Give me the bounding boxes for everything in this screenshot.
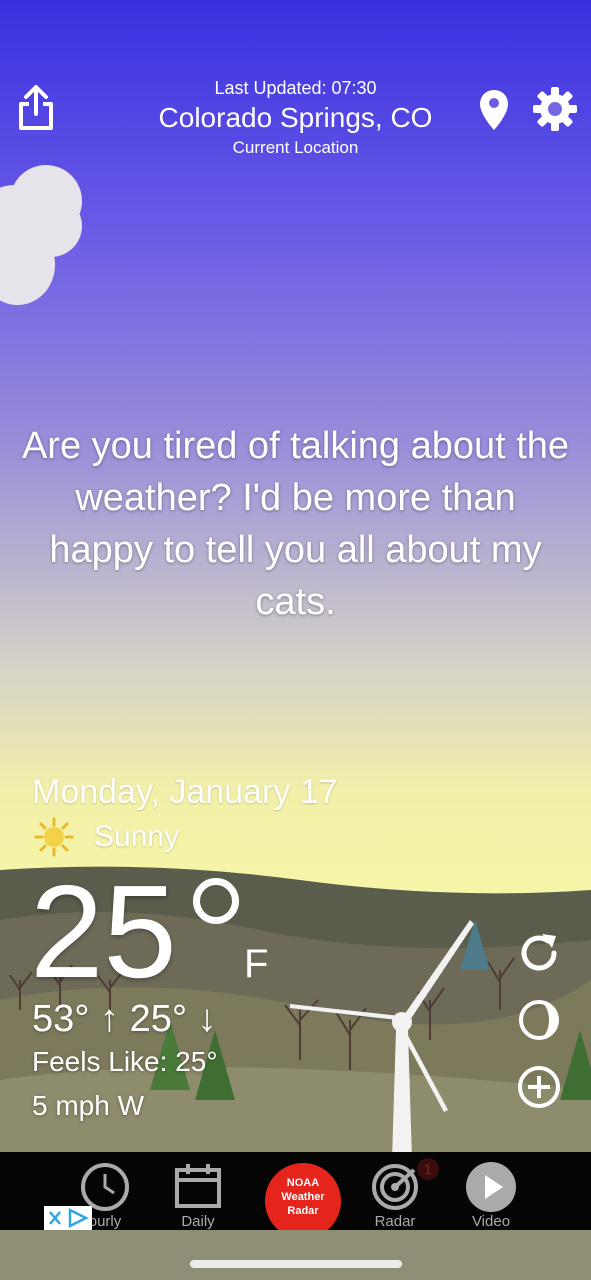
- radar-icon: [372, 1164, 418, 1210]
- high-low-text: 53° ↑ 25° ↓: [32, 998, 217, 1040]
- noaa-radar-button[interactable]: NOAA Weather Radar: [265, 1163, 341, 1239]
- bottom-ground: [0, 1230, 591, 1280]
- date-text: Monday, January 17: [32, 773, 338, 811]
- play-icon: [466, 1162, 516, 1212]
- home-indicator[interactable]: [190, 1260, 402, 1268]
- tab-video[interactable]: Video: [451, 1152, 531, 1230]
- refresh-icon[interactable]: [516, 930, 562, 976]
- tab-daily-label: Daily: [181, 1213, 215, 1230]
- ad-choices-badge[interactable]: [44, 1206, 92, 1230]
- clock-icon: [81, 1163, 129, 1211]
- temperature-value: 25: [30, 858, 177, 1005]
- wind-text: 5 mph W: [32, 1090, 145, 1121]
- tab-radar[interactable]: 1 Radar: [355, 1152, 439, 1230]
- feels-like-text: Feels Like: 25°: [32, 1046, 218, 1077]
- sun-icon: [34, 817, 74, 857]
- location-pin-icon[interactable]: [478, 88, 510, 132]
- tab-radar-label: Radar: [374, 1213, 416, 1230]
- condition-text: Sunny: [94, 820, 180, 853]
- moon-phase-icon[interactable]: [516, 997, 562, 1043]
- gear-icon[interactable]: [532, 86, 578, 132]
- location-label: Current Location: [232, 138, 359, 157]
- ad-close-icon: [49, 1207, 89, 1229]
- calendar-icon: [175, 1164, 221, 1208]
- radar-badge: 1: [417, 1158, 439, 1180]
- add-location-icon[interactable]: [516, 1064, 562, 1110]
- tab-daily[interactable]: Daily: [158, 1152, 238, 1230]
- temperature-unit: F: [244, 942, 269, 986]
- weather-message: Are you tired of talking about the weath…: [21, 425, 570, 623]
- share-icon[interactable]: [16, 84, 56, 132]
- tab-video-label: Video: [471, 1213, 511, 1230]
- degree-symbol: [193, 878, 239, 924]
